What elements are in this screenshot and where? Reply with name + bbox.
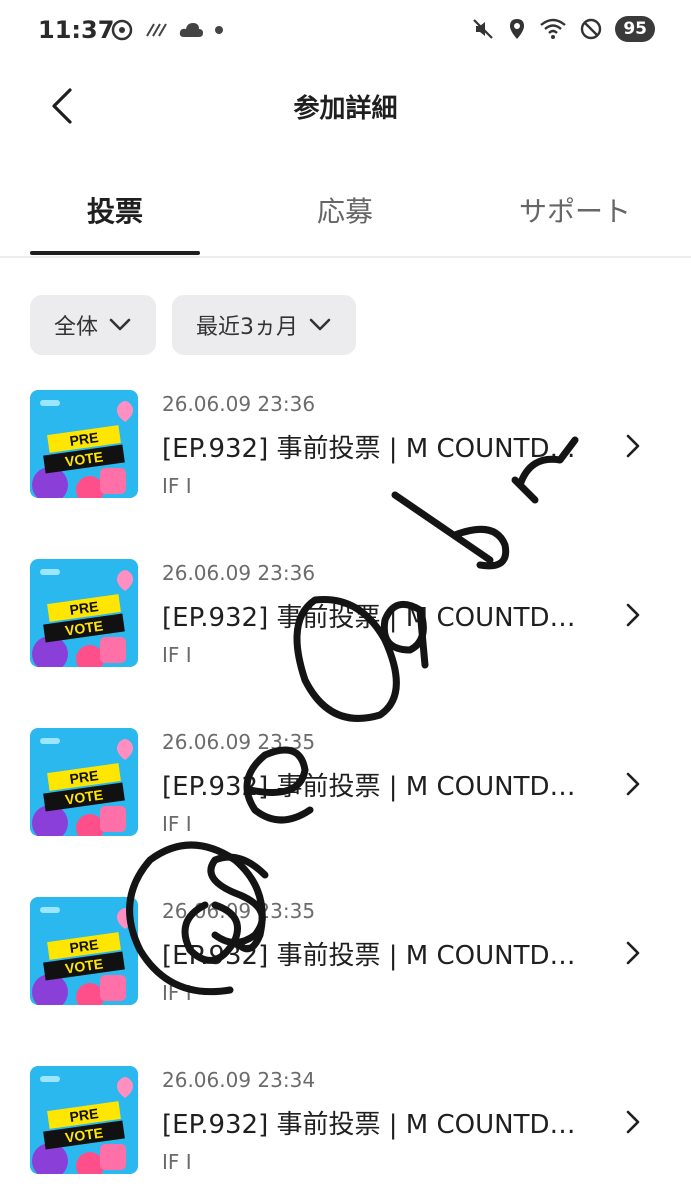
item-title: [EP.932] 事前投票 | M COUNTDOWN — [162, 434, 582, 464]
item-date: 26.06.09 23:35 — [162, 899, 316, 923]
pre-vote-thumbnail: PRE VOTE — [30, 1066, 138, 1174]
list-item[interactable]: PRE VOTE 26.06.09 23:36 [EP.932] 事前投票 | … — [0, 541, 691, 691]
tab-bar: 投票 応募 サポート — [0, 160, 691, 258]
pre-vote-thumbnail: PRE VOTE — [30, 390, 138, 498]
chevron-right-icon[interactable] — [622, 770, 644, 798]
scope-filter-label: 全体 — [54, 315, 99, 340]
item-subtitle: IF I — [162, 812, 192, 836]
filter-bar: 全体 最近3ヵ月 — [30, 295, 357, 355]
wifi-icon — [540, 18, 567, 39]
chevron-right-icon[interactable] — [622, 601, 644, 629]
chevron-down-icon — [109, 318, 131, 331]
signal-slash-icon — [146, 23, 167, 37]
item-subtitle: IF I — [162, 981, 192, 1005]
status-right-icons: 95 — [471, 16, 655, 42]
period-filter-dropdown[interactable]: 最近3ヵ月 — [172, 295, 357, 355]
tab-vote[interactable]: 投票 — [30, 190, 200, 230]
location-icon — [510, 19, 525, 39]
tab-support[interactable]: サポート — [490, 190, 660, 230]
chevron-right-icon[interactable] — [622, 432, 644, 460]
list-item[interactable]: PRE VOTE 26.06.09 23:34 [EP.932] 事前投票 | … — [0, 1048, 691, 1198]
pre-vote-thumbnail: PRE VOTE — [30, 728, 138, 836]
item-subtitle: IF I — [162, 643, 192, 667]
dot-icon — [215, 26, 223, 34]
list-item[interactable]: PRE VOTE 26.06.09 23:35 [EP.932] 事前投票 | … — [0, 710, 691, 860]
pre-vote-thumbnail: PRE VOTE — [30, 559, 138, 667]
battery-indicator: 95 — [615, 16, 655, 42]
item-subtitle: IF I — [162, 474, 192, 498]
item-date: 26.06.09 23:35 — [162, 730, 316, 754]
page-title: 参加詳細 — [293, 94, 398, 124]
item-title: [EP.932] 事前投票 | M COUNTDOWN — [162, 941, 582, 971]
chevron-right-icon[interactable] — [622, 939, 644, 967]
list-item[interactable]: PRE VOTE 26.06.09 23:35 [EP.932] 事前投票 | … — [0, 879, 691, 1029]
assistant-icon — [111, 19, 133, 41]
active-tab-indicator — [30, 251, 200, 255]
status-time: 11:37 — [38, 16, 115, 44]
item-subtitle: IF I — [162, 1150, 192, 1174]
cloud-icon — [179, 23, 203, 37]
item-title: [EP.932] 事前投票 | M COUNTDOWN — [162, 772, 582, 802]
item-title: [EP.932] 事前投票 | M COUNTDOWN — [162, 1110, 582, 1140]
list-item[interactable]: PRE VOTE 26.06.09 23:36 [EP.932] 事前投票 | … — [0, 372, 691, 522]
item-date: 26.06.09 23:36 — [162, 392, 316, 416]
pre-vote-thumbnail: PRE VOTE — [30, 897, 138, 1005]
app-header: 参加詳細 — [0, 64, 691, 148]
status-left-icons — [110, 18, 224, 42]
dnd-icon — [581, 18, 602, 40]
tab-apply[interactable]: 応募 — [260, 190, 430, 230]
item-date: 26.06.09 23:34 — [162, 1068, 316, 1092]
chevron-down-icon — [309, 318, 331, 331]
item-title: [EP.932] 事前投票 | M COUNTDOWN — [162, 603, 582, 633]
period-filter-label: 最近3ヵ月 — [196, 315, 299, 340]
mute-icon — [473, 19, 494, 39]
chevron-right-icon[interactable] — [622, 1108, 644, 1136]
item-date: 26.06.09 23:36 — [162, 561, 316, 585]
status-bar: 11:37 95 — [0, 0, 691, 64]
scope-filter-dropdown[interactable]: 全体 — [30, 295, 157, 355]
